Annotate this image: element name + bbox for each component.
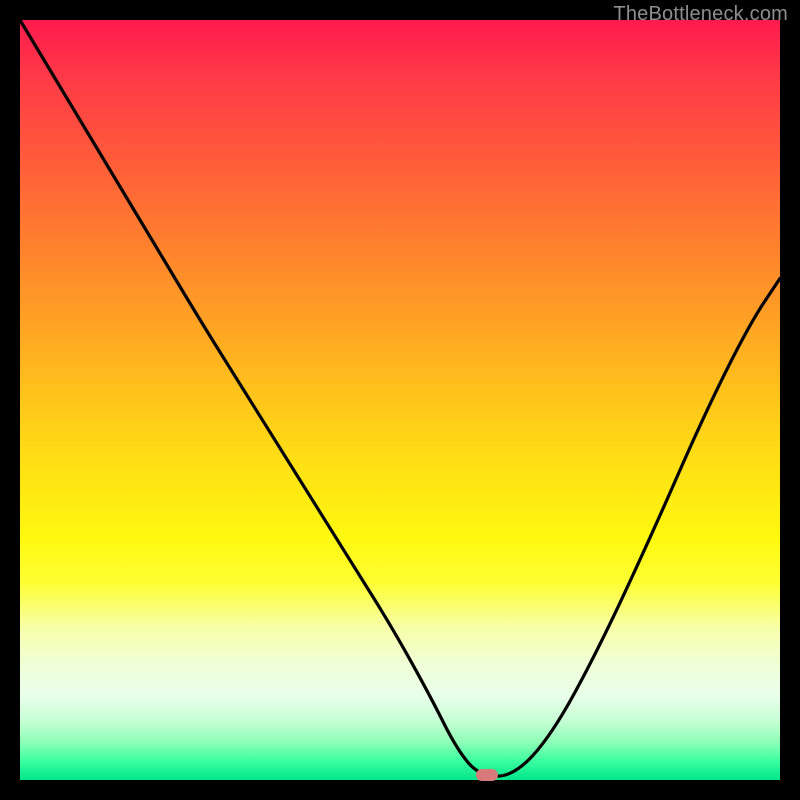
- curve-path: [20, 20, 780, 776]
- chart-container: TheBottleneck.com: [0, 0, 800, 800]
- optimal-point-marker: [476, 769, 498, 781]
- plot-area: [20, 20, 780, 780]
- bottleneck-curve: [20, 20, 780, 780]
